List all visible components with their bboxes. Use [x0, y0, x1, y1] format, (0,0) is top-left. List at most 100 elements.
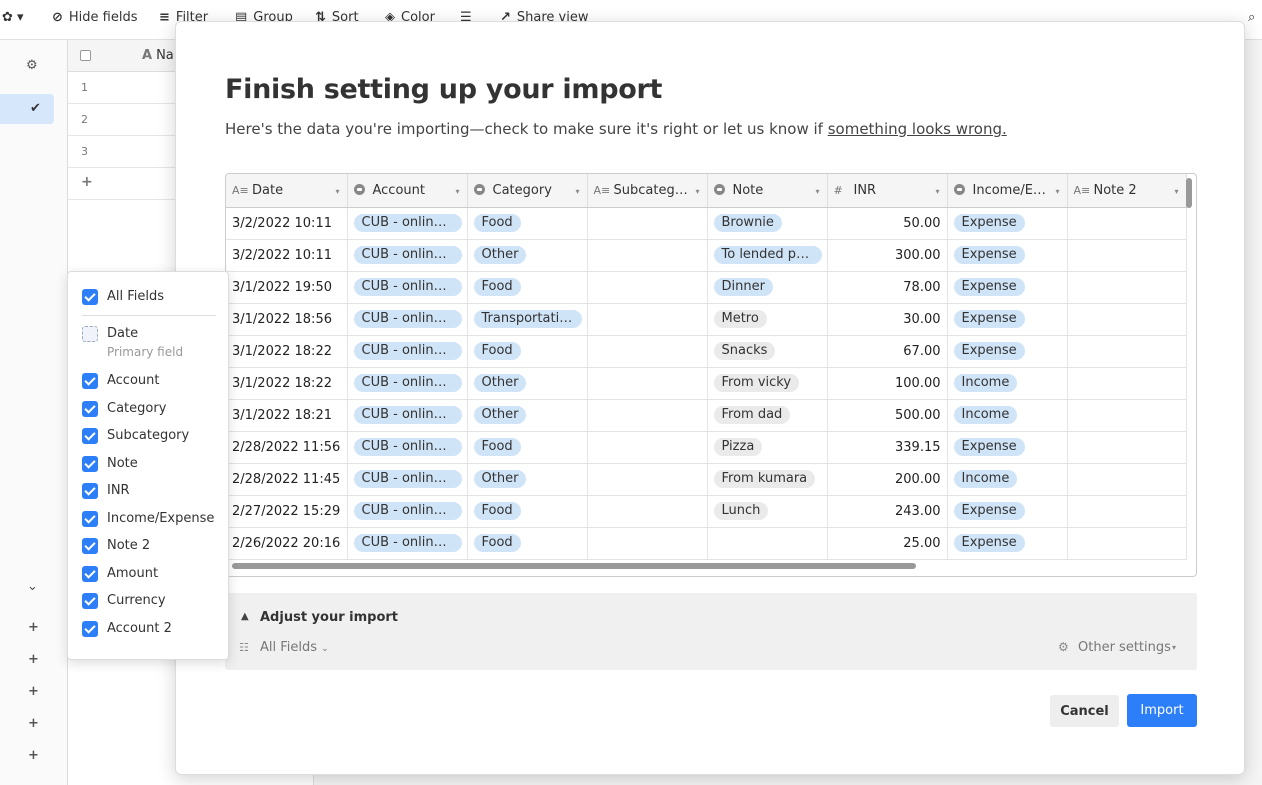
cell-category[interactable]: Transportation	[467, 303, 588, 336]
cell-subcategory[interactable]	[587, 463, 708, 496]
cell-account[interactable]: CUB - online …	[347, 495, 468, 528]
cell-date[interactable]: 3/2/2022 10:11	[226, 207, 348, 240]
add-icon[interactable]: +	[28, 620, 39, 635]
cell-type[interactable]: Expense	[947, 495, 1068, 528]
chevron-up-icon[interactable]: ▲	[241, 611, 249, 622]
cell-type[interactable]: Expense	[947, 271, 1068, 304]
cell-note[interactable]: From vicky	[707, 367, 828, 400]
other-settings-dropdown[interactable]: Other settings	[1078, 640, 1171, 655]
checkbox[interactable]	[82, 483, 98, 499]
cell-subcategory[interactable]	[587, 239, 708, 272]
checkbox[interactable]	[82, 593, 98, 609]
cell-note[interactable]	[707, 527, 828, 560]
chevron-down-icon[interactable]: ▾	[575, 187, 579, 196]
add-icon[interactable]: +	[28, 716, 39, 731]
cell-note[interactable]: Brownie	[707, 207, 828, 240]
cell-account[interactable]: CUB - online …	[347, 431, 468, 464]
column-header[interactable]: Category ▾	[467, 174, 588, 208]
chevron-down-icon[interactable]: ▾	[1055, 187, 1059, 196]
cell-subcategory[interactable]	[587, 271, 708, 304]
cell-account[interactable]: CUB - online …	[347, 271, 468, 304]
cell-category[interactable]: Other	[467, 367, 588, 400]
chevron-down-icon[interactable]: ▾	[335, 187, 339, 196]
cell-date[interactable]: 2/26/2022 20:16	[226, 527, 348, 560]
cell-date[interactable]: 3/1/2022 18:22	[226, 335, 348, 368]
cell-account[interactable]: CUB - online …	[347, 527, 468, 560]
cell-account[interactable]: CUB - online …	[347, 207, 468, 240]
cell-inr[interactable]: 243.00	[827, 495, 948, 528]
cancel-button[interactable]: Cancel	[1050, 695, 1119, 727]
cell-note2[interactable]	[1067, 495, 1187, 528]
table-row[interactable]: 3/1/2022 18:22 CUB - online … Food Snacks 67…	[226, 335, 1187, 368]
cell-account[interactable]: CUB - online …	[347, 303, 468, 336]
cell-inr[interactable]: 25.00	[827, 527, 948, 560]
column-header[interactable]: Note ▾	[707, 174, 828, 208]
cell-date[interactable]: 3/1/2022 18:21	[226, 399, 348, 432]
something-looks-wrong-link[interactable]: something looks wrong.	[828, 120, 1007, 138]
checkbox[interactable]	[82, 510, 98, 527]
cell-account[interactable]: CUB - online …	[347, 399, 468, 432]
cell-note[interactable]: Snacks	[707, 335, 828, 368]
cell-inr[interactable]: 50.00	[827, 207, 948, 240]
cell-note2[interactable]	[1067, 399, 1187, 432]
import-button[interactable]: Import	[1127, 694, 1197, 727]
cell-subcategory[interactable]	[587, 527, 708, 560]
select-all-checkbox[interactable]	[80, 50, 91, 61]
cell-note[interactable]: Pizza	[707, 431, 828, 464]
table-row[interactable]: 3/1/2022 18:22 CUB - online … Other From vi…	[226, 367, 1187, 400]
table-row[interactable]: 2/27/2022 15:29 CUB - online … Food Lunch 24…	[226, 495, 1187, 528]
selected-view-item[interactable]: ✔	[0, 94, 54, 124]
cell-category[interactable]: Food	[467, 335, 588, 368]
cell-note2[interactable]	[1067, 527, 1187, 560]
column-header[interactable]: A≡ Note 2 ▾	[1067, 174, 1187, 208]
checkbox[interactable]	[82, 428, 98, 444]
cell-category[interactable]: Food	[467, 527, 588, 560]
cell-type[interactable]: Expense	[947, 207, 1068, 240]
cell-type[interactable]: Expense	[947, 303, 1068, 336]
cell-subcategory[interactable]	[587, 495, 708, 528]
table-row[interactable]: 3/2/2022 10:11 CUB - online … Food Brownie 5…	[226, 207, 1187, 240]
cell-category[interactable]: Food	[467, 495, 588, 528]
adjust-import-title[interactable]: Adjust your import	[260, 610, 398, 625]
chevron-down-icon[interactable]: ⌄	[27, 579, 38, 594]
cell-account[interactable]: CUB - online …	[347, 463, 468, 496]
table-row[interactable]: 3/1/2022 19:50 CUB - online … Food Dinner 78…	[226, 271, 1187, 304]
vertical-scrollbar[interactable]	[1186, 178, 1192, 208]
cell-subcategory[interactable]	[587, 431, 708, 464]
cell-inr[interactable]: 67.00	[827, 335, 948, 368]
cell-note2[interactable]	[1067, 335, 1187, 368]
table-row[interactable]: 3/1/2022 18:56 CUB - online … Transportati…	[226, 303, 1187, 336]
cell-note[interactable]: Dinner	[707, 271, 828, 304]
cell-date[interactable]: 2/28/2022 11:56	[226, 431, 348, 464]
cell-inr[interactable]: 30.00	[827, 303, 948, 336]
cell-subcategory[interactable]	[587, 335, 708, 368]
cell-note2[interactable]	[1067, 367, 1187, 400]
cell-date[interactable]: 2/28/2022 11:45	[226, 463, 348, 496]
column-header[interactable]: A≡ Subcateg… ▾	[587, 174, 708, 208]
cell-note[interactable]: From dad	[707, 399, 828, 432]
cell-inr[interactable]: 100.00	[827, 367, 948, 400]
cell-note2[interactable]	[1067, 271, 1187, 304]
all-fields-dropdown[interactable]: All Fields ⌄	[260, 640, 329, 655]
cell-subcategory[interactable]	[587, 367, 708, 400]
cell-inr[interactable]: 200.00	[827, 463, 948, 496]
cell-type[interactable]: Expense	[947, 335, 1068, 368]
cell-category[interactable]: Other	[467, 463, 588, 496]
cell-date[interactable]: 2/27/2022 15:29	[226, 495, 348, 528]
cell-type[interactable]: Income	[947, 399, 1068, 432]
cell-note[interactable]: Lunch	[707, 495, 828, 528]
cell-date[interactable]: 3/1/2022 18:22	[226, 367, 348, 400]
add-icon[interactable]: +	[28, 652, 39, 667]
cell-note[interactable]: From kumara	[707, 463, 828, 496]
cell-inr[interactable]: 300.00	[827, 239, 948, 272]
cell-note2[interactable]	[1067, 431, 1187, 464]
cell-category[interactable]: Other	[467, 239, 588, 272]
cell-type[interactable]: Income	[947, 367, 1068, 400]
cell-date[interactable]: 3/2/2022 10:11	[226, 239, 348, 272]
chevron-down-icon[interactable]: ▾	[1174, 187, 1178, 196]
cell-category[interactable]: Food	[467, 431, 588, 464]
gear-icon[interactable]: ⚙	[26, 58, 38, 73]
cell-date[interactable]: 3/1/2022 18:56	[226, 303, 348, 336]
add-icon[interactable]: +	[28, 748, 39, 763]
cell-type[interactable]: Expense	[947, 527, 1068, 560]
